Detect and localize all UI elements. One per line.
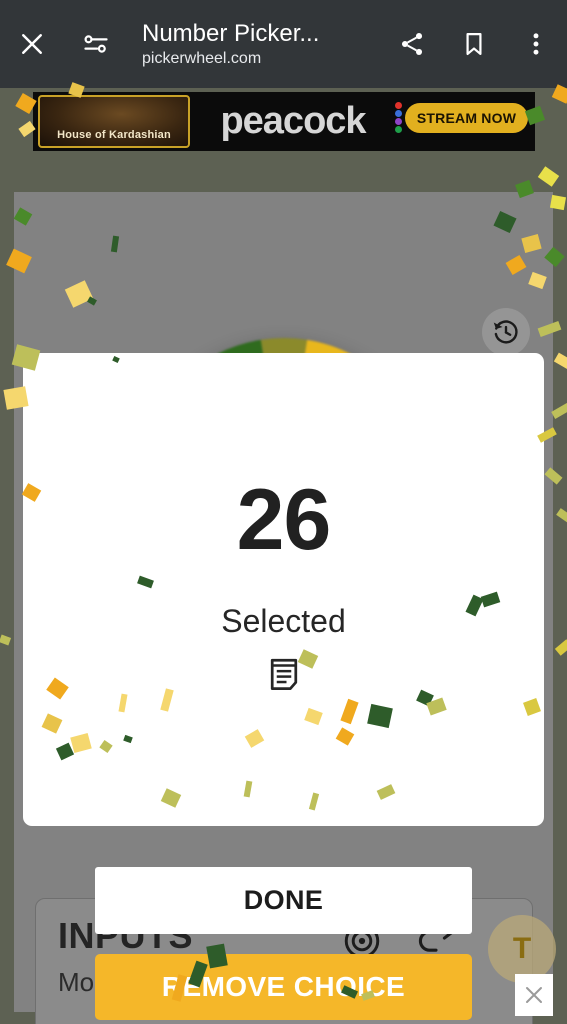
page-url: pickerwheel.com: [142, 49, 262, 67]
browser-toolbar: Number Picker... pickerwheel.com: [0, 0, 567, 88]
done-button[interactable]: DONE: [95, 867, 472, 934]
result-number: 26: [236, 472, 332, 568]
share-icon: [401, 33, 423, 55]
history-restore-icon: [493, 320, 518, 344]
ad-thumbnail: House of Kardashian: [38, 95, 190, 148]
history-button[interactable]: [482, 308, 530, 356]
share-button[interactable]: [381, 0, 443, 88]
ad-logo-dot: [395, 126, 402, 133]
more-vertical-icon: [533, 33, 539, 55]
page-title: Number Picker...: [142, 19, 320, 47]
ad-logo-dot: [395, 118, 402, 125]
site-info-button[interactable]: [64, 0, 128, 88]
page-content: House of Kardashian peacock STREAM NOW 2…: [0, 88, 567, 1024]
close-icon: [22, 34, 42, 54]
ad-logo-dot: [395, 102, 402, 109]
close-icon: [526, 987, 542, 1003]
remove-choice-button[interactable]: REMOVE CHOICE: [95, 954, 472, 1020]
result-status-text: Selected: [221, 603, 346, 639]
user-avatar[interactable]: T: [488, 915, 556, 983]
ad-logo-dot: [395, 110, 402, 117]
ad-banner[interactable]: House of Kardashian peacock STREAM NOW: [33, 92, 535, 151]
ad-brand-name: peacock: [220, 99, 366, 142]
title-url-block[interactable]: Number Picker... pickerwheel.com: [128, 20, 381, 69]
bookmark-icon: [466, 32, 482, 56]
ad-cta-button[interactable]: STREAM NOW: [405, 103, 528, 133]
ad-thumbnail-label: House of Kardashian: [57, 129, 171, 141]
close-tab-button[interactable]: [0, 0, 64, 88]
bookmark-button[interactable]: [443, 0, 505, 88]
ad-logo-dots: [395, 102, 404, 142]
ad-close-button[interactable]: [515, 974, 553, 1016]
note-document-icon: [270, 658, 297, 690]
note-button[interactable]: [23, 658, 544, 692]
overflow-menu-button[interactable]: [505, 0, 567, 88]
result-dialog: 26 Selected: [23, 353, 544, 826]
page-info-icon: [84, 35, 108, 53]
